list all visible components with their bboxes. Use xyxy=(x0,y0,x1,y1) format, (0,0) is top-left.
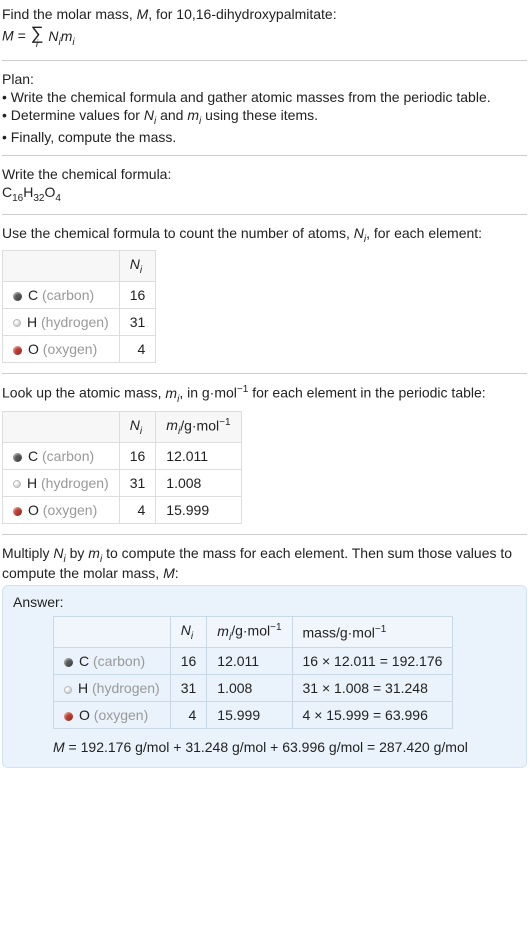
table-row: O (oxygen) 4 15.999 xyxy=(3,497,242,524)
table-header-row: Ni mi/g·mol−1 mass/g·mol−1 xyxy=(54,616,453,647)
step4-text: Multiply Ni by mi to compute the mass fo… xyxy=(2,545,527,581)
oxygen-bullet-icon xyxy=(13,346,22,355)
sym-mi: mi xyxy=(187,107,201,123)
table-row: C (carbon) 16 12.011 xyxy=(3,443,242,470)
oxygen-bullet-icon xyxy=(13,507,22,516)
table-header-row: Ni xyxy=(3,251,156,282)
sigma-icon: ∑i xyxy=(31,24,44,50)
step2-title: Use the chemical formula to count the nu… xyxy=(2,225,527,245)
plan-bullet-1: • Write the chemical formula and gather … xyxy=(2,89,527,105)
divider xyxy=(2,155,527,156)
col-mi: mi/g·mol−1 xyxy=(156,411,241,442)
table-row: C (carbon) 16 xyxy=(3,282,156,309)
carbon-bullet-icon xyxy=(13,292,22,301)
answer-body: Ni mi/g·mol−1 mass/g·mol−1 C (carbon) 16… xyxy=(13,616,516,755)
intro-text-b: , for 10,16-dihydroxypalmitate: xyxy=(148,6,336,22)
col-element xyxy=(3,251,120,282)
table-row: O (oxygen) 4 15.999 4 × 15.999 = 63.996 xyxy=(54,702,453,729)
intro-text-a: Find the molar mass, xyxy=(2,6,137,22)
table-row: C (carbon) 16 12.011 16 × 12.011 = 192.1… xyxy=(54,648,453,675)
plan-title: Plan: xyxy=(2,71,527,87)
answer-header: Answer: xyxy=(13,594,516,610)
hydrogen-bullet-icon xyxy=(64,686,72,694)
count-table: Ni C (carbon) 16 H (hydrogen) 31 O (oxyg… xyxy=(2,250,156,363)
divider xyxy=(2,373,527,374)
table-header-row: Ni mi/g·mol−1 xyxy=(3,411,242,442)
carbon-bullet-icon xyxy=(13,453,22,462)
divider xyxy=(2,534,527,535)
eq-mi: mi xyxy=(61,28,75,44)
intro-M: M xyxy=(137,6,149,22)
answer-table: Ni mi/g·mol−1 mass/g·mol−1 C (carbon) 16… xyxy=(53,616,453,729)
sym-Ni: Ni xyxy=(144,107,156,123)
eq-Ni: Ni xyxy=(48,28,60,44)
answer-box: Answer: Ni mi/g·mol−1 mass/g·mol−1 C (ca… xyxy=(2,585,527,768)
table-row: H (hydrogen) 31 1.008 31 × 1.008 = 31.24… xyxy=(54,675,453,702)
carbon-bullet-icon xyxy=(64,658,73,667)
col-Ni: Ni xyxy=(119,411,156,442)
oxygen-bullet-icon xyxy=(64,712,73,721)
plan-bullet-3: • Finally, compute the mass. xyxy=(2,129,527,145)
chemical-formula: C16H32O4 xyxy=(2,184,527,204)
col-mass: mass/g·mol−1 xyxy=(292,616,453,647)
col-Ni: Ni xyxy=(170,616,207,647)
hydrogen-bullet-icon xyxy=(13,319,21,327)
step1-title: Write the chemical formula: xyxy=(2,166,527,182)
hydrogen-bullet-icon xyxy=(13,480,21,488)
step3-title: Look up the atomic mass, mi, in g·mol−1 … xyxy=(2,384,527,404)
col-element xyxy=(3,411,120,442)
table-row: H (hydrogen) 31 1.008 xyxy=(3,470,242,497)
divider xyxy=(2,60,527,61)
final-answer: M = 192.176 g/mol + 31.248 g/mol + 63.99… xyxy=(53,739,516,755)
col-element xyxy=(54,616,171,647)
divider xyxy=(2,214,527,215)
page: Find the molar mass, M, for 10,16-dihydr… xyxy=(0,0,529,772)
molar-mass-equation: M = ∑i Nimi xyxy=(2,24,527,50)
col-mi: mi/g·mol−1 xyxy=(207,616,292,647)
plan-bullet-2: • Determine values for Ni and mi using t… xyxy=(2,107,527,127)
eq-lhs: M = xyxy=(2,28,30,44)
col-Ni: Ni xyxy=(119,251,156,282)
table-row: O (oxygen) 4 xyxy=(3,336,156,363)
intro-line: Find the molar mass, M, for 10,16-dihydr… xyxy=(2,6,527,22)
mass-table: Ni mi/g·mol−1 C (carbon) 16 12.011 H (hy… xyxy=(2,411,242,524)
table-row: H (hydrogen) 31 xyxy=(3,309,156,336)
